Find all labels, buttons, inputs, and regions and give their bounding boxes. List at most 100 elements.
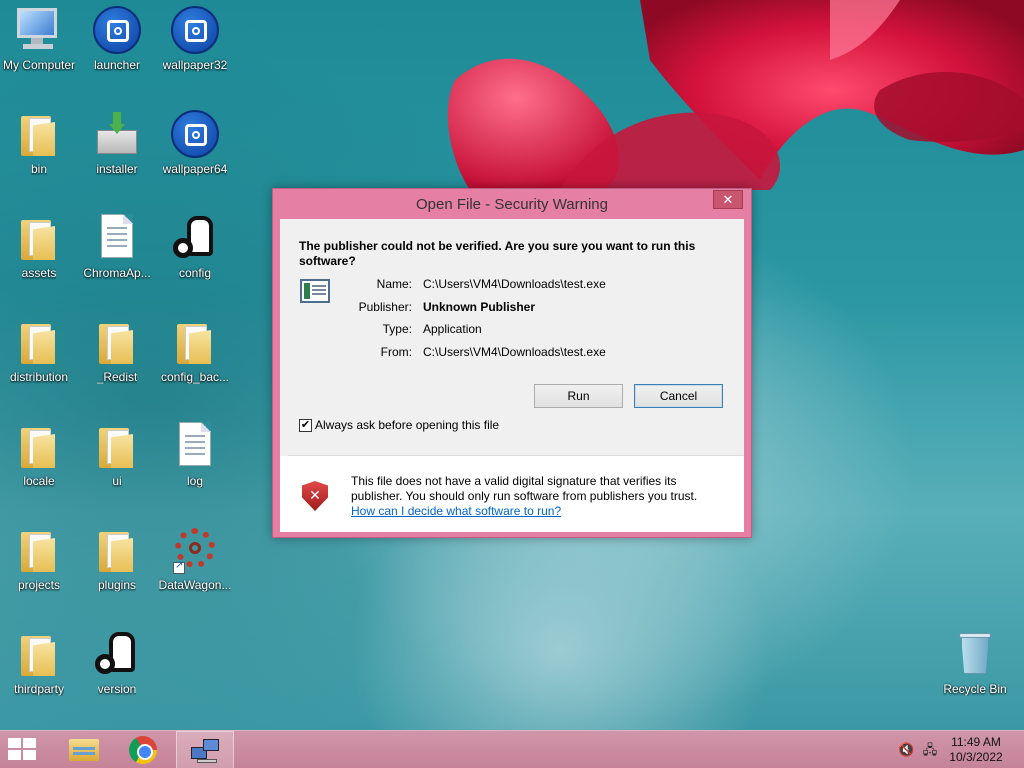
dialog-heading: The publisher could not be verified. Are… (299, 239, 696, 268)
desktop-icon-installer[interactable]: installer (78, 104, 156, 196)
desktop-icon-label: locale (23, 474, 55, 488)
folder-icon (15, 630, 63, 678)
cancel-button[interactable]: Cancel (634, 384, 723, 408)
desktop-icon-label: thirdparty (13, 682, 65, 696)
app-icon (171, 6, 219, 54)
desktop-icon-chromaap[interactable]: ChromaAp... (78, 208, 156, 300)
publisher-value: Unknown Publisher (423, 300, 536, 314)
dialog-body: The publisher could not be verified. Are… (280, 219, 744, 532)
desktop-icon-label: ChromaAp... (83, 266, 151, 280)
desktop-icon-projects[interactable]: projects (0, 520, 78, 612)
close-button[interactable]: ✕ (713, 190, 743, 209)
close-icon: ✕ (722, 192, 734, 207)
desktop-icon-label: assets (21, 266, 57, 280)
desktop-icon-wallpaper64[interactable]: wallpaper64 (156, 104, 234, 196)
desktop-icon-label: _Redist (96, 370, 138, 384)
security-warning-dialog: Open File - Security Warning ✕ The publi… (272, 188, 752, 538)
always-ask-label[interactable]: Always ask before opening this file (315, 418, 499, 432)
file-explorer-icon (69, 739, 99, 761)
desktop-icon-label: log (186, 474, 203, 488)
desktop-icon-assets[interactable]: assets (0, 208, 78, 300)
name-value: C:\Users\VM4\Downloads\test.exe (423, 277, 606, 291)
warning-message: This file does not have a valid digital … (351, 474, 698, 503)
type-value: Application (423, 322, 482, 336)
desktop-icon-plugins[interactable]: plugins (78, 520, 156, 612)
folder-icon (93, 526, 141, 574)
taskbar-file-explorer[interactable] (52, 731, 110, 768)
desktop-icon-config[interactable]: config (156, 208, 234, 300)
script-icon (173, 214, 221, 262)
help-link[interactable]: How can I decide what software to run? (351, 504, 561, 518)
desktop-icon-redist[interactable]: _Redist (78, 312, 156, 404)
desktop-icon-label: wallpaper32 (162, 58, 228, 72)
chrome-icon (129, 736, 157, 764)
taskbar-network-app[interactable] (176, 731, 234, 768)
start-button[interactable] (8, 738, 38, 762)
desktop-icon-launcher[interactable]: launcher (78, 0, 156, 92)
folder-icon (171, 318, 219, 366)
desktop-icon-log[interactable]: log (156, 416, 234, 508)
network-computers-icon (191, 737, 221, 765)
installer-icon (93, 110, 141, 158)
desktop-icon-ui[interactable]: ui (78, 416, 156, 508)
desktop-icon-label: config_bac... (160, 370, 230, 384)
clock-date: 10/3/2022 (949, 750, 1003, 764)
desktop-icon-label: wallpaper64 (162, 162, 228, 176)
application-file-icon (300, 279, 330, 303)
type-key: Type: (382, 322, 412, 336)
taskbar-chrome[interactable] (114, 731, 172, 768)
volume-muted-icon[interactable]: 🔇 (898, 742, 914, 758)
desktop-icon-distribution[interactable]: distribution (0, 312, 78, 404)
desktop-icon-config-backup[interactable]: config_bac... (156, 312, 234, 404)
desktop-icon-label: Recycle Bin (943, 682, 1007, 696)
desktop-icon-recycle-bin[interactable]: Recycle Bin (936, 624, 1014, 716)
folder-icon (93, 422, 141, 470)
desktop-icon-label: ui (112, 474, 122, 488)
desktop-icon-label: version (97, 682, 137, 696)
desktop-icon-label: DataWagon... (158, 578, 232, 592)
folder-icon (93, 318, 141, 366)
folder-icon (15, 214, 63, 262)
always-ask-checkbox[interactable]: ✔ (299, 419, 312, 432)
name-key: Name: (376, 277, 412, 291)
desktop-icon-label: config (178, 266, 212, 280)
document-icon (93, 214, 141, 262)
run-button[interactable]: Run (534, 384, 623, 408)
desktop-icon-label: plugins (97, 578, 137, 592)
folder-icon (15, 422, 63, 470)
desktop-icon-thirdparty[interactable]: thirdparty (0, 624, 78, 716)
desktop-icon-datawagon[interactable]: DataWagon... (156, 520, 234, 612)
desktop-icon-label: My Computer (2, 58, 76, 72)
network-icon[interactable]: 🖧 (922, 742, 938, 758)
folder-icon (15, 318, 63, 366)
desktop-icon-bin[interactable]: bin (0, 104, 78, 196)
folder-icon (15, 526, 63, 574)
shield-x-glyph: ✕ (309, 487, 321, 503)
checkmark-icon: ✔ (300, 419, 311, 431)
desktop-icon-wallpaper32[interactable]: wallpaper32 (156, 0, 234, 92)
clock-time: 11:49 AM (951, 735, 1001, 749)
dialog-titlebar[interactable]: Open File - Security Warning ✕ (273, 189, 751, 219)
shield-warning-icon: ✕ (302, 481, 328, 511)
document-icon (171, 422, 219, 470)
desktop-icon-label: bin (30, 162, 47, 176)
from-value: C:\Users\VM4\Downloads\test.exe (423, 345, 606, 359)
from-key: From: (380, 345, 412, 359)
gear-icon (171, 526, 219, 574)
app-icon (171, 110, 219, 158)
dialog-lower-panel: ✕ This file does not have a valid digita… (280, 456, 744, 532)
script-icon (95, 630, 143, 678)
desktop-icon-label: distribution (9, 370, 69, 384)
system-clock[interactable]: 11:49 AM 10/3/2022 (946, 735, 1006, 765)
publisher-key: Publisher: (358, 300, 412, 314)
desktop-icon-label: projects (17, 578, 61, 592)
desktop-icon-version[interactable]: version (78, 624, 156, 716)
recycle-bin-icon (951, 630, 999, 678)
folder-icon (15, 110, 63, 158)
desktop-icon-my-computer[interactable]: My Computer (0, 0, 78, 92)
desktop-icon-locale[interactable]: locale (0, 416, 78, 508)
desktop-icon-label: installer (96, 162, 138, 176)
dialog-upper-panel: The publisher could not be verified. Are… (280, 219, 744, 455)
desktop-icon-label: launcher (93, 58, 141, 72)
taskbar: 🔇 🖧 11:49 AM 10/3/2022 (0, 730, 1024, 768)
